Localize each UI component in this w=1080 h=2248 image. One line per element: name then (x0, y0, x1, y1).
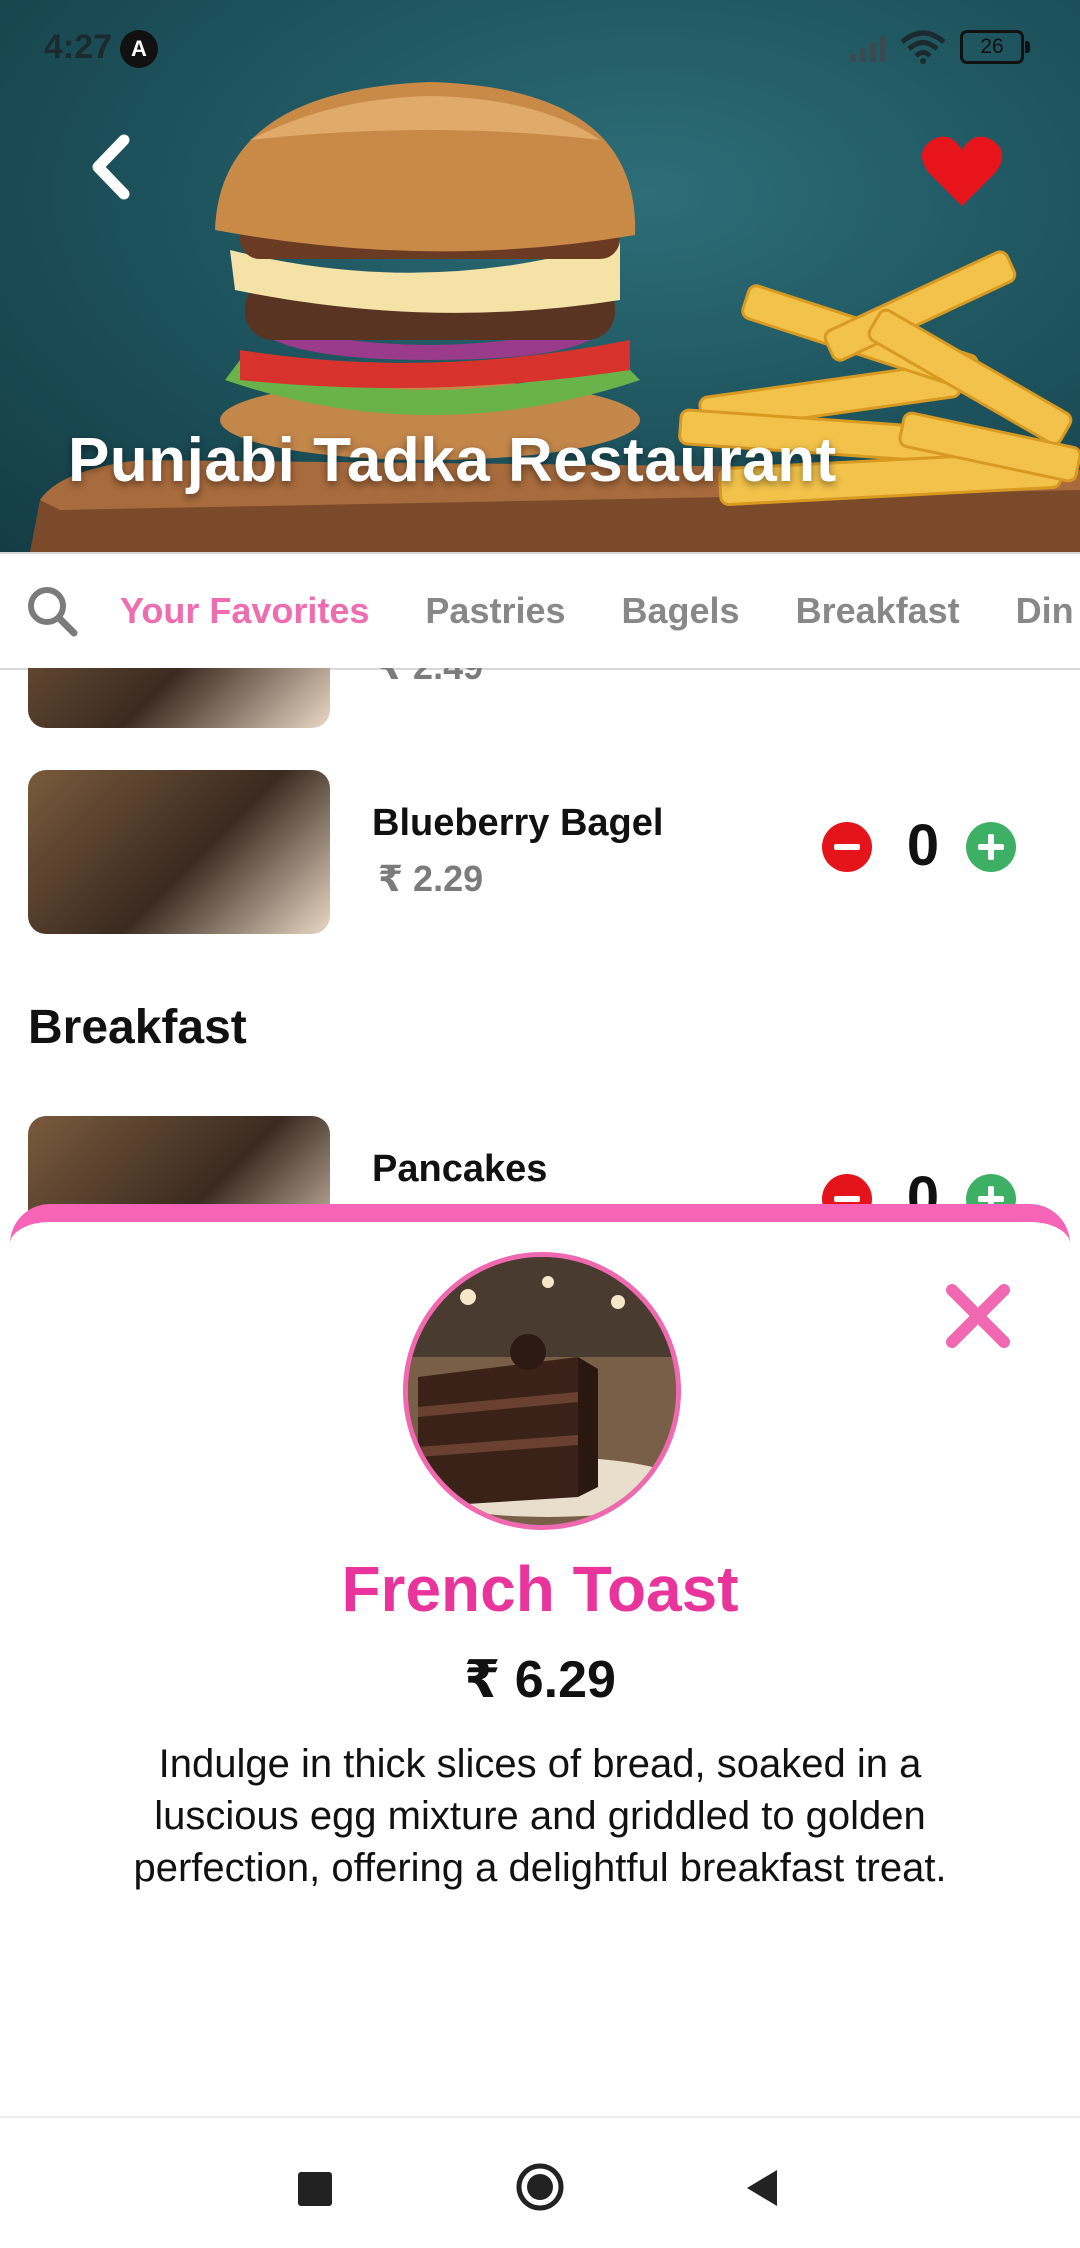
status-icons: 26 (850, 30, 1030, 64)
search-icon[interactable] (24, 583, 80, 639)
category-tabs: Your Favorites Pastries Bagels Breakfast… (0, 552, 1080, 670)
favorite-heart-icon[interactable] (920, 134, 1004, 210)
section-title-breakfast: Breakfast (28, 1001, 247, 1054)
recent-apps-icon[interactable] (298, 2172, 332, 2206)
item-thumbnail (28, 668, 330, 728)
back-chevron-icon[interactable] (78, 132, 148, 202)
status-time: 4:27 (44, 28, 113, 66)
system-nav-bar (0, 2116, 1080, 2248)
item-name: Blueberry Bagel (372, 802, 664, 844)
signal-icon (850, 32, 886, 62)
menu-list: ₹ 2.49 Blueberry Bagel ₹ 2.29 0 Breakfas… (0, 668, 1080, 1228)
tab-your-favorites[interactable]: Your Favorites (120, 590, 369, 632)
nav-back-icon[interactable] (745, 2168, 779, 2208)
minus-circle-icon[interactable] (822, 822, 872, 872)
item-price: ₹ 2.49 (378, 668, 483, 688)
status-bar: 4:27 A 26 (0, 0, 1080, 96)
hero-banner: 4:27 A 26 Punjabi Tadka Restaurant (0, 0, 1080, 552)
plus-circle-icon[interactable] (966, 822, 1016, 872)
home-icon[interactable] (515, 2162, 565, 2212)
item-price: ₹ 2.29 (378, 858, 484, 899)
close-icon[interactable] (944, 1282, 1012, 1350)
item-name: Pancakes (372, 1148, 548, 1190)
tab-breakfast[interactable]: Breakfast (796, 590, 960, 632)
battery-icon: 26 (960, 30, 1030, 64)
tab-bagels[interactable]: Bagels (622, 590, 740, 632)
notification-icon: A (120, 30, 158, 68)
restaurant-name: Punjabi Tadka Restaurant (68, 426, 837, 495)
item-detail-name: French Toast (341, 1553, 739, 1625)
item-detail-description: Indulge in thick slices of bread, soaked… (133, 1742, 947, 1890)
item-thumbnail[interactable] (28, 770, 330, 934)
item-detail-photo (403, 1252, 681, 1530)
chocolate-cake-image (408, 1257, 676, 1525)
tab-pastries[interactable]: Pastries (425, 590, 565, 632)
wifi-icon (900, 30, 946, 64)
item-detail-price: ₹ 6.29 (464, 1651, 616, 1709)
tab-dinner[interactable]: Din (1016, 590, 1074, 632)
quantity-value: 0 (906, 813, 940, 878)
quantity-stepper: 0 (822, 813, 1032, 886)
